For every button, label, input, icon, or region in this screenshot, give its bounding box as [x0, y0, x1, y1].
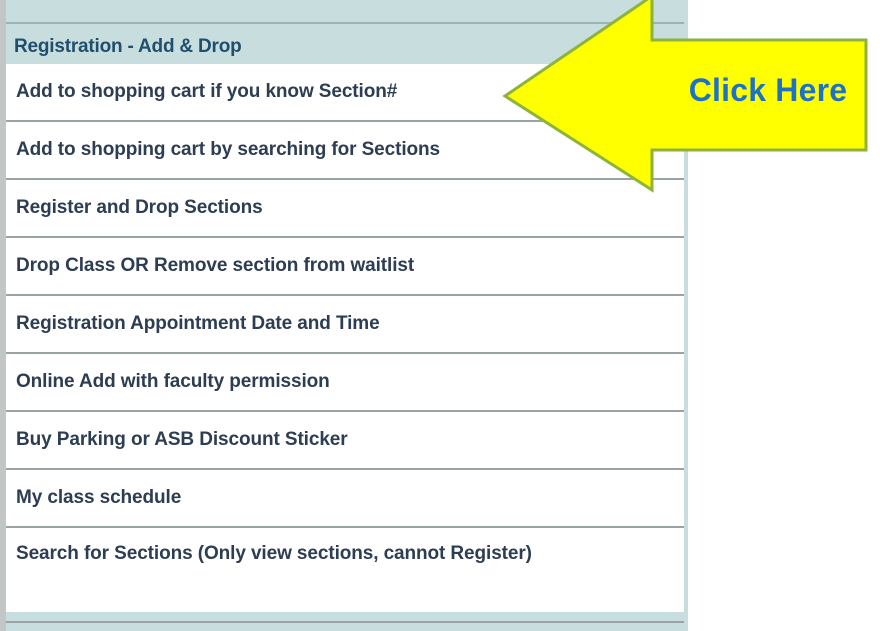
menu-item-add-by-section-number[interactable]: Add to shopping cart if you know Section…: [6, 64, 684, 120]
registration-menu: Add to shopping cart if you know Section…: [6, 64, 684, 612]
menu-item-search-sections[interactable]: Search for Sections (Only view sections,…: [6, 526, 684, 612]
panel-top-bar: [6, 0, 684, 24]
menu-item-add-by-search[interactable]: Add to shopping cart by searching for Se…: [6, 120, 684, 178]
menu-item-label: Drop Class OR Remove section from waitli…: [16, 255, 415, 276]
menu-item-appointment[interactable]: Registration Appointment Date and Time: [6, 294, 684, 352]
menu-item-label: Add to shopping cart by searching for Se…: [16, 139, 441, 160]
menu-item-label: Search for Sections (Only view sections,…: [16, 543, 532, 564]
section-header-registration: Registration - Add & Drop: [14, 36, 242, 57]
panel-bottom-bar: [6, 621, 684, 631]
menu-item-class-schedule[interactable]: My class schedule: [6, 468, 684, 526]
menu-item-label: My class schedule: [16, 487, 182, 508]
menu-item-label: Buy Parking or ASB Discount Sticker: [16, 429, 348, 450]
menu-item-online-add-permission[interactable]: Online Add with faculty permission: [6, 352, 684, 410]
screenshot-stage: Registration - Add & Drop Add to shoppin…: [0, 0, 880, 631]
menu-item-parking-sticker[interactable]: Buy Parking or ASB Discount Sticker: [6, 410, 684, 468]
menu-item-register-drop[interactable]: Register and Drop Sections: [6, 178, 684, 236]
menu-item-label: Register and Drop Sections: [16, 197, 263, 218]
click-here-label: Click Here: [688, 72, 848, 108]
menu-item-label: Add to shopping cart if you know Section…: [16, 81, 398, 102]
menu-item-label: Online Add with faculty permission: [16, 371, 330, 392]
menu-item-drop-class-waitlist[interactable]: Drop Class OR Remove section from waitli…: [6, 236, 684, 294]
registration-panel: Registration - Add & Drop Add to shoppin…: [0, 0, 688, 631]
menu-item-label: Registration Appointment Date and Time: [16, 313, 380, 334]
